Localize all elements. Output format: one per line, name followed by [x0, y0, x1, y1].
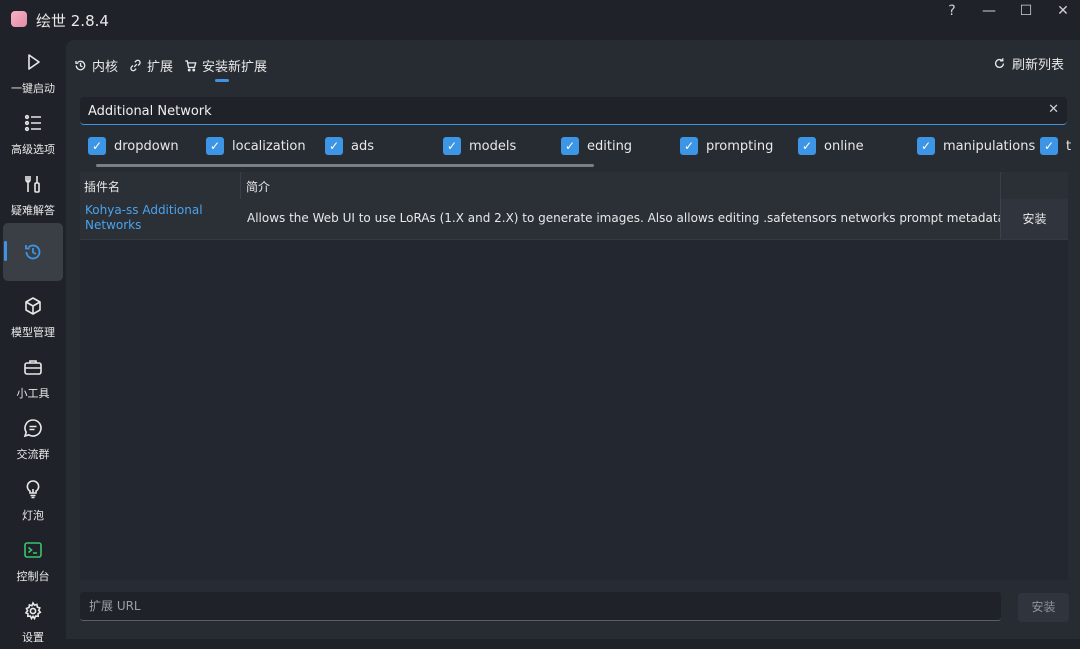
- tag-filter-localization[interactable]: ✓ localization: [206, 137, 306, 155]
- tag-filter-online[interactable]: ✓ online: [798, 137, 864, 155]
- sidebar-item-label: 疑难解答: [11, 204, 55, 217]
- search-input[interactable]: [88, 100, 1038, 122]
- tools-icon: [25, 176, 40, 193]
- sidebar-item-community[interactable]: 交流群: [3, 408, 63, 466]
- tag-label: online: [824, 138, 864, 154]
- chat-icon: [23, 419, 42, 438]
- checkbox-checked-icon: ✓: [325, 137, 343, 155]
- sidebar-item-advanced[interactable]: 高级选项: [3, 103, 63, 161]
- column-header-name[interactable]: 插件名: [84, 178, 120, 195]
- sidebar-item-label: 高级选项: [11, 143, 55, 156]
- app-logo-icon: [11, 11, 27, 27]
- checkbox-checked-icon: ✓: [798, 137, 816, 155]
- sidebar-item-console[interactable]: 控制台: [3, 530, 63, 588]
- sidebar: 一键启动 高级选项 疑难解答 模型管理 小工具 交流群 灯泡 控制台 设置: [0, 40, 66, 644]
- checkbox-checked-icon: ✓: [206, 137, 224, 155]
- tag-label: manipulations: [943, 138, 1036, 154]
- cart-icon: [185, 59, 197, 71]
- title-bar: 绘世 2.8.4 ? — ☐ ✕: [0, 0, 1080, 40]
- minimize-button[interactable]: —: [971, 0, 1007, 24]
- tag-label: t: [1066, 138, 1072, 154]
- tag-label: editing: [587, 138, 633, 154]
- install-button[interactable]: 安装: [1000, 199, 1068, 239]
- sidebar-item-settings[interactable]: 设置: [3, 591, 63, 649]
- tab-install-new[interactable]: 安装新扩展: [184, 54, 268, 82]
- extension-table: 插件名 简介 Kohya-ss Additional Networks Allo…: [80, 172, 1068, 580]
- install-url-button[interactable]: 安装: [1018, 593, 1069, 622]
- checkbox-checked-icon: ✓: [680, 137, 698, 155]
- tag-filter-ads[interactable]: ✓ ads: [325, 137, 374, 155]
- tag-filter-t[interactable]: ✓ t: [1040, 137, 1071, 155]
- sidebar-item-troubleshoot[interactable]: 疑难解答: [3, 164, 63, 222]
- tab-label: 内核: [92, 59, 119, 75]
- sidebar-item-extensions[interactable]: [3, 223, 63, 281]
- search-box: ✕: [80, 97, 1067, 125]
- checkbox-checked-icon: ✓: [1040, 137, 1058, 155]
- sidebar-item-models[interactable]: 模型管理: [3, 286, 63, 344]
- checkbox-checked-icon: ✓: [917, 137, 935, 155]
- main-panel: 内核 扩展 安装新扩展 刷新列表 ✕ ✓ dropdown ✓ localizati…: [66, 40, 1080, 639]
- history-icon: [25, 244, 41, 260]
- cube-icon: [25, 297, 41, 315]
- extension-description: Allows the Web UI to use LoRAs (1.X and …: [247, 211, 1009, 225]
- tag-label: dropdown: [114, 138, 179, 154]
- sidebar-item-label: 一键启动: [11, 82, 55, 95]
- tag-scrollbar[interactable]: [96, 164, 594, 167]
- tag-label: models: [469, 138, 517, 154]
- tag-label: ads: [351, 138, 374, 154]
- close-button[interactable]: ✕: [1045, 0, 1080, 24]
- sidebar-item-bulb[interactable]: 灯泡: [3, 469, 63, 527]
- sidebar-item-label: 交流群: [16, 448, 50, 461]
- tag-filter-manipulations[interactable]: ✓ manipulations: [917, 137, 1035, 155]
- tab-bar: 内核 扩展 安装新扩展 刷新列表: [66, 40, 1080, 86]
- history-icon: [75, 60, 86, 70]
- tab-label: 安装新扩展: [202, 59, 268, 75]
- sidebar-item-label: 模型管理: [11, 326, 55, 339]
- table-header: 插件名 简介: [80, 172, 1068, 199]
- sidebar-item-label: 灯泡: [22, 509, 44, 522]
- tab-label: 扩展: [147, 59, 174, 75]
- extension-url-input[interactable]: [89, 596, 969, 616]
- checkbox-checked-icon: ✓: [88, 137, 106, 155]
- play-icon: [28, 54, 40, 70]
- tag-filter-prompting[interactable]: ✓ prompting: [680, 137, 773, 155]
- sidebar-item-launch[interactable]: 一键启动: [3, 42, 63, 100]
- sidebar-item-label: 设置: [22, 631, 44, 644]
- list-icon: [24, 114, 41, 132]
- tag-label: prompting: [706, 138, 774, 154]
- refresh-label: 刷新列表: [1011, 58, 1064, 73]
- sidebar-item-label: 控制台: [16, 570, 50, 583]
- tag-filter-dropdown[interactable]: ✓ dropdown: [88, 137, 179, 155]
- sidebar-item-label: 小工具: [16, 387, 50, 400]
- tag-filter-editing[interactable]: ✓ editing: [561, 137, 632, 155]
- tab-kernel[interactable]: 内核: [74, 54, 118, 76]
- tag-label: localization: [232, 138, 306, 154]
- maximize-button[interactable]: ☐: [1008, 0, 1044, 24]
- extension-url-box: [80, 592, 1001, 621]
- column-header-desc[interactable]: 简介: [246, 178, 270, 195]
- clear-search-icon[interactable]: ✕: [1048, 102, 1059, 117]
- help-button[interactable]: ?: [934, 0, 970, 24]
- sidebar-item-tools[interactable]: 小工具: [3, 347, 63, 405]
- refresh-list-button[interactable]: 刷新列表: [993, 54, 1064, 73]
- gear-icon: [24, 601, 42, 621]
- refresh-icon: [995, 58, 1005, 69]
- tag-filter-models[interactable]: ✓ models: [443, 137, 516, 155]
- toolbox-icon: [24, 360, 42, 375]
- extension-name-link[interactable]: Kohya-ss Additional Networks: [85, 203, 235, 233]
- column-divider: [240, 172, 241, 199]
- checkbox-checked-icon: ✓: [443, 137, 461, 155]
- checkbox-checked-icon: ✓: [561, 137, 579, 155]
- bulb-icon: [26, 480, 40, 499]
- terminal-icon: [24, 542, 42, 558]
- column-divider: [1000, 172, 1001, 199]
- app-title: 绘世 2.8.4: [36, 12, 109, 30]
- link-icon: [130, 59, 141, 71]
- table-row[interactable]: Kohya-ss Additional Networks Allows the …: [80, 199, 1068, 240]
- tab-extensions[interactable]: 扩展: [129, 54, 173, 76]
